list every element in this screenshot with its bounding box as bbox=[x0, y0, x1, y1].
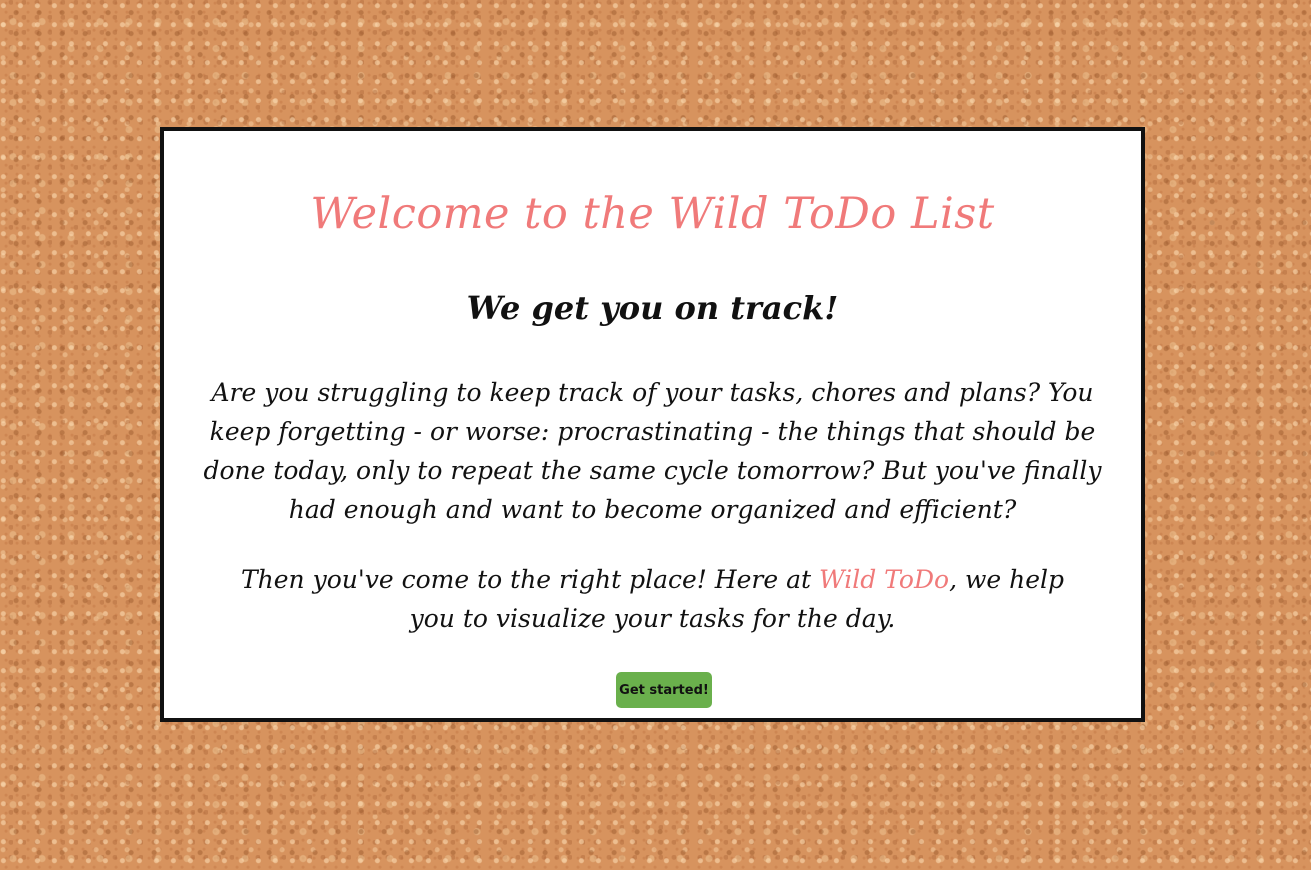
tagline: We get you on track! bbox=[466, 289, 839, 327]
welcome-card: Welcome to the Wild ToDo List We get you… bbox=[160, 127, 1145, 722]
pitch-text-before: Then you've come to the right place! Her… bbox=[240, 565, 819, 594]
page-title: Welcome to the Wild ToDo List bbox=[310, 189, 995, 239]
get-started-button[interactable]: Get started! bbox=[616, 672, 712, 708]
intro-paragraph: Are you struggling to keep track of your… bbox=[203, 378, 1102, 524]
brand-name: Wild ToDo bbox=[818, 565, 950, 594]
pitch-paragraph: Then you've come to the right place! Her… bbox=[224, 560, 1081, 638]
